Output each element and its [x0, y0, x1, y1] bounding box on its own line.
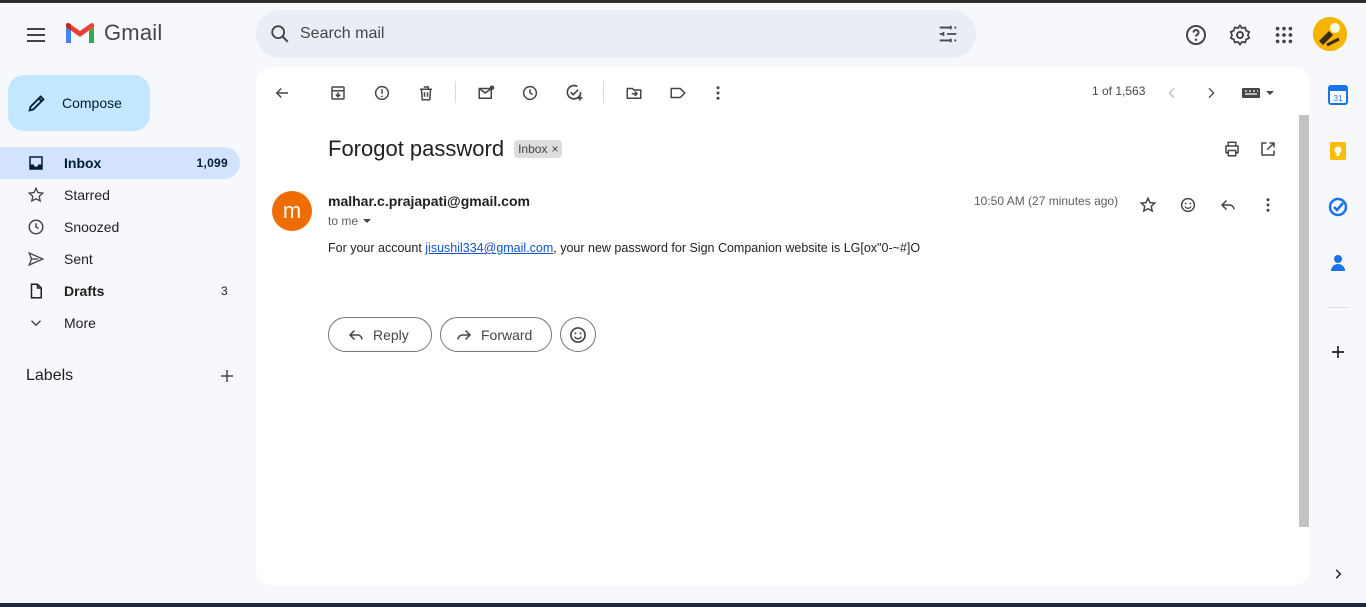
move-to-folder-icon[interactable] [616, 75, 652, 111]
sidebar-item-label: Snoozed [64, 219, 120, 235]
sidebar-item-drafts[interactable]: Drafts 3 [0, 275, 240, 307]
search-bar[interactable] [256, 10, 976, 58]
forward-button[interactable]: Forward [440, 317, 552, 352]
toolbar-divider [603, 81, 604, 103]
chip-label: Inbox [518, 142, 548, 156]
remove-label-icon[interactable]: × [551, 142, 558, 156]
sender-avatar[interactable]: m [272, 191, 312, 231]
side-panel-divider [1328, 307, 1348, 308]
compose-label: Compose [62, 95, 122, 111]
message-more-vertical-icon[interactable] [1250, 187, 1286, 223]
sidebar-item-label: More [64, 315, 96, 331]
inbox-label-chip[interactable]: Inbox × [514, 140, 563, 158]
recipient-label: to me [328, 214, 359, 228]
delete-trash-icon[interactable] [408, 75, 444, 111]
recipient-details[interactable]: to me [328, 214, 372, 228]
body-prefix: For your account [328, 241, 426, 255]
caret-down-icon [362, 216, 372, 226]
toolbar-divider [455, 81, 456, 103]
scrollbar-thumb[interactable] [1299, 115, 1309, 527]
sidebar-item-snoozed[interactable]: Snoozed [0, 211, 240, 243]
reply-button[interactable]: Reply [328, 317, 432, 352]
labels-title: Labels [26, 367, 74, 384]
input-tools-keyboard-icon[interactable] [1234, 75, 1282, 111]
svg-text:31: 31 [1334, 94, 1343, 103]
keep-app-icon[interactable] [1322, 135, 1354, 167]
sidebar-item-label: Starred [64, 187, 110, 203]
sidebar-item-starred[interactable]: Starred [0, 179, 240, 211]
body-suffix: , your new password for Sign Companion w… [553, 241, 921, 255]
sidebar-item-label: Drafts [64, 283, 105, 299]
search-input[interactable] [300, 10, 928, 58]
gmail-logo[interactable]: Gmail [64, 20, 162, 46]
show-side-panel-chevron-icon[interactable] [1322, 558, 1354, 590]
print-icon[interactable] [1214, 131, 1250, 167]
star-icon[interactable] [1130, 187, 1166, 223]
sidebar-item-label: Inbox [64, 155, 102, 171]
newer-chevron-left-icon[interactable] [1154, 75, 1190, 111]
window-top-border [0, 0, 1366, 3]
add-task-icon[interactable] [556, 75, 592, 111]
search-icon[interactable] [260, 14, 300, 54]
mark-unread-icon[interactable] [468, 75, 504, 111]
subject-text: Forogot password [328, 136, 505, 161]
pagination-count: 1 of 1,563 [1092, 84, 1146, 98]
account-email-link[interactable]: jisushil334@gmail.com [425, 241, 553, 255]
star-icon [26, 185, 46, 205]
draft-count: 3 [221, 284, 228, 298]
settings-gear-icon[interactable] [1220, 15, 1260, 55]
add-reaction-emoji-icon[interactable] [1170, 187, 1206, 223]
smiley-icon [568, 325, 588, 345]
gmail-m-icon [66, 23, 94, 43]
labels-header: Labels [26, 364, 236, 388]
sidebar-item-label: Sent [64, 251, 93, 267]
search-options-icon[interactable] [928, 14, 968, 54]
calendar-app-icon[interactable]: 31 [1322, 79, 1354, 111]
sender-email[interactable]: malhar.c.prajapati@gmail.com [328, 193, 530, 209]
compose-button[interactable]: Compose [8, 75, 150, 131]
email-body: For your account jisushil334@gmail.com, … [328, 241, 920, 255]
chevron-down-icon [26, 313, 46, 333]
older-chevron-right-icon[interactable] [1193, 75, 1229, 111]
email-timestamp: 10:50 AM (27 minutes ago) [974, 194, 1119, 208]
more-vertical-icon[interactable] [700, 75, 736, 111]
archive-icon[interactable] [320, 75, 356, 111]
snooze-clock-icon[interactable] [512, 75, 548, 111]
emoji-reaction-button[interactable] [560, 317, 596, 352]
app-name: Gmail [104, 20, 163, 45]
reply-arrow-icon[interactable] [1210, 187, 1246, 223]
send-icon [26, 249, 46, 269]
forward-label: Forward [481, 326, 533, 343]
inbox-icon [26, 153, 46, 173]
sidebar-item-sent[interactable]: Sent [0, 243, 240, 275]
sidebar-item-inbox[interactable]: Inbox 1,099 [0, 147, 240, 179]
email-view: 1 of 1,563 Forogot password Inbox × m ma… [256, 67, 1310, 585]
back-arrow-icon[interactable] [264, 75, 300, 111]
account-avatar[interactable] [1313, 17, 1347, 51]
clock-icon [26, 217, 46, 237]
get-addons-plus-icon[interactable] [1322, 336, 1354, 368]
help-icon[interactable] [1176, 15, 1216, 55]
add-label-icon[interactable] [218, 367, 236, 385]
taskbar-edge [0, 603, 1366, 607]
open-new-window-icon[interactable] [1250, 131, 1286, 167]
unread-count: 1,099 [196, 156, 228, 170]
email-subject: Forogot password Inbox × [328, 136, 563, 162]
label-tag-icon[interactable] [660, 75, 696, 111]
sidebar-item-more[interactable]: More [0, 307, 240, 339]
sidebar-nav: Inbox 1,099 Starred Snoozed Sent Drafts … [0, 147, 240, 339]
report-spam-icon[interactable] [364, 75, 400, 111]
forward-icon [455, 326, 473, 344]
sender-initial: m [282, 198, 302, 223]
draft-file-icon [26, 281, 46, 301]
apps-grid-icon[interactable] [1264, 15, 1304, 55]
pencil-icon [26, 92, 48, 114]
reply-icon [347, 326, 365, 344]
tasks-app-icon[interactable] [1322, 191, 1354, 223]
reply-label: Reply [373, 326, 409, 343]
contacts-app-icon[interactable] [1322, 247, 1354, 279]
main-menu-icon[interactable] [16, 15, 56, 55]
